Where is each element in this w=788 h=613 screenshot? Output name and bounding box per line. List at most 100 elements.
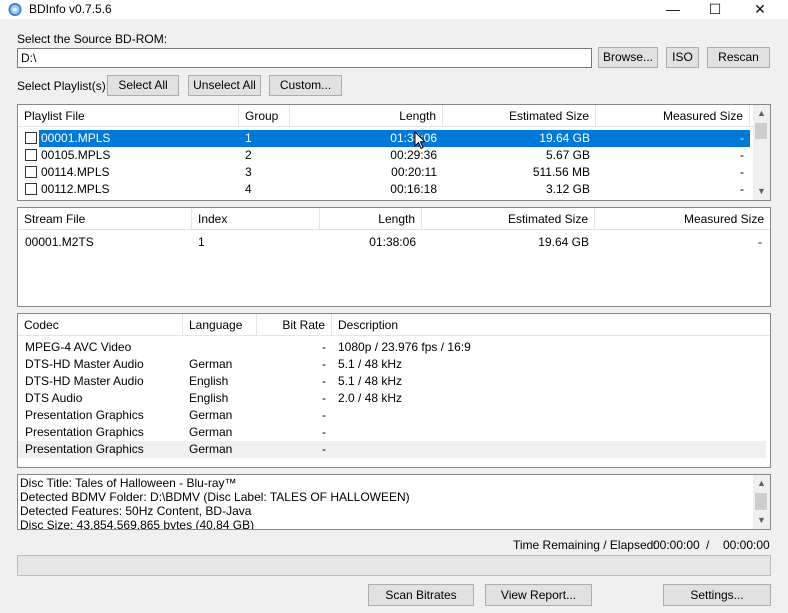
col-measured-size[interactable]: Measured Size	[596, 105, 750, 127]
playlist-select-label: Select Playlist(s):	[17, 79, 110, 93]
codec-bitrate: -	[322, 340, 326, 354]
time-remaining-value: 00:00:00	[653, 538, 700, 552]
playlist-checkbox[interactable]	[25, 132, 37, 144]
custom-button[interactable]: Custom...	[269, 75, 342, 96]
minimize-button[interactable]: —	[650, 0, 696, 19]
playlist-list[interactable]: Playlist File Group Length Estimated Siz…	[17, 104, 771, 201]
unselect-all-button[interactable]: Unselect All	[188, 75, 261, 96]
stream-index: 1	[198, 235, 205, 249]
col-language[interactable]: Language	[183, 314, 257, 336]
playlist-est: 19.64 GB	[443, 130, 590, 147]
playlist-est: 3.12 GB	[545, 182, 590, 196]
browse-button[interactable]: Browse...	[598, 47, 658, 68]
codec-bitrate: -	[322, 374, 326, 388]
playlist-row[interactable]: 00114.MPLS 3 00:20:11 511.56 MB -	[18, 164, 750, 181]
codec-row[interactable]: DTS-HD Master Audio English - 5.1 / 48 k…	[18, 373, 766, 390]
codec-row[interactable]: Presentation Graphics German -	[18, 441, 766, 458]
codec-row[interactable]: Presentation Graphics German -	[18, 407, 766, 424]
playlist-est: 511.56 MB	[532, 165, 590, 179]
codec-row[interactable]: Presentation Graphics German -	[18, 424, 766, 441]
scan-bitrates-button[interactable]: Scan Bitrates	[368, 584, 474, 606]
playlist-checkbox[interactable]	[25, 149, 37, 161]
col-estimated-size[interactable]: Estimated Size	[443, 105, 596, 127]
select-all-button[interactable]: Select All	[107, 75, 179, 96]
col-measured-size[interactable]: Measured Size	[595, 208, 770, 230]
view-report-button[interactable]: View Report...	[485, 584, 592, 606]
codec-name: DTS Audio	[25, 391, 83, 405]
stream-est: 19.64 GB	[538, 235, 589, 249]
stream-meas: -	[758, 235, 762, 249]
codec-bitrate: -	[322, 425, 326, 439]
stream-header: Stream File Index Length Estimated Size …	[18, 208, 770, 230]
col-index[interactable]: Index	[192, 208, 320, 230]
playlist-row[interactable]: 00105.MPLS 2 00:29:36 5.67 GB -	[18, 147, 750, 164]
window-title: BDInfo v0.7.5.6	[29, 2, 112, 16]
playlist-meas: -	[740, 165, 744, 179]
col-estimated-size[interactable]: Estimated Size	[422, 208, 595, 230]
playlist-header: Playlist File Group Length Estimated Siz…	[18, 105, 770, 127]
disc-app-icon	[8, 2, 22, 17]
mouse-cursor-icon	[414, 131, 426, 150]
playlist-file: 00112.MPLS	[41, 182, 110, 196]
codec-language: German	[189, 408, 233, 422]
playlist-row[interactable]: 00112.MPLS 4 00:16:18 3.12 GB -	[18, 181, 750, 198]
codec-name: Presentation Graphics	[25, 408, 144, 422]
codec-name: DTS-HD Master Audio	[25, 357, 144, 371]
codec-description: 1080p / 23.976 fps / 16:9	[338, 340, 471, 354]
col-description[interactable]: Description	[332, 314, 770, 336]
col-bit-rate[interactable]: Bit Rate	[257, 314, 332, 336]
time-elapsed-value: 00:00:00	[723, 538, 770, 552]
disc-info-textbox[interactable]: Disc Title: Tales of Halloween - Blu-ray…	[17, 474, 771, 530]
col-stream-file[interactable]: Stream File	[18, 208, 192, 230]
close-button[interactable]: ✕	[737, 0, 783, 19]
disc-size-line: Disc Size: 43,854,569,865 bytes (40.84 G…	[20, 518, 255, 530]
scroll-up-icon[interactable]: ▲	[753, 475, 770, 492]
col-length[interactable]: Length	[290, 105, 443, 127]
stream-list[interactable]: Stream File Index Length Estimated Size …	[17, 207, 771, 307]
time-remaining-label: Time Remaining / Elapsed:	[513, 538, 657, 552]
scroll-down-icon[interactable]: ▼	[753, 183, 770, 200]
codec-row[interactable]: DTS-HD Master Audio German - 5.1 / 48 kH…	[18, 356, 766, 373]
col-group[interactable]: Group	[239, 105, 290, 127]
playlist-meas: -	[740, 148, 744, 162]
stream-row[interactable]: 00001.M2TS 1 01:38:06 19.64 GB -	[18, 234, 770, 251]
settings-button[interactable]: Settings...	[663, 584, 771, 606]
playlist-row[interactable]: 00001.MPLS 1 01:38:06 19.64 GB -	[18, 130, 750, 147]
codec-description: 5.1 / 48 kHz	[338, 357, 403, 371]
features-line: Detected Features: 50Hz Content, BD-Java	[20, 504, 252, 518]
scan-progress-bar	[17, 555, 771, 576]
codec-bitrate: -	[322, 357, 326, 371]
codec-name: Presentation Graphics	[25, 425, 144, 439]
playlist-group: 4	[245, 182, 252, 196]
codec-language: German	[189, 425, 233, 439]
playlist-file: 00114.MPLS	[41, 165, 110, 179]
scroll-down-icon[interactable]: ▼	[753, 512, 770, 529]
playlist-checkbox[interactable]	[25, 166, 37, 178]
codec-description: 5.1 / 48 kHz	[338, 374, 403, 388]
codec-row[interactable]: DTS Audio English - 2.0 / 48 kHz	[18, 390, 766, 407]
playlist-length: 00:16:18	[390, 182, 437, 196]
playlist-length: 00:20:11	[391, 165, 437, 179]
scroll-thumb[interactable]	[755, 493, 767, 510]
bdmv-folder-line: Detected BDMV Folder: D:\BDMV (Disc Labe…	[20, 490, 410, 504]
source-path-input[interactable]: D:\	[17, 48, 592, 68]
col-codec[interactable]: Codec	[18, 314, 183, 336]
codec-language: German	[189, 442, 233, 456]
col-playlist-file[interactable]: Playlist File	[18, 105, 239, 127]
playlist-file: 00001.MPLS	[41, 130, 111, 147]
codec-bitrate: -	[322, 442, 326, 456]
col-length[interactable]: Length	[320, 208, 422, 230]
playlist-group: 2	[245, 148, 252, 162]
codec-header: Codec Language Bit Rate Description	[18, 314, 770, 336]
playlist-checkbox[interactable]	[25, 183, 37, 195]
playlist-scrollbar[interactable]: ▲ ▼	[753, 105, 770, 200]
iso-button[interactable]: ISO	[666, 47, 699, 68]
codec-row[interactable]: MPEG-4 AVC Video - 1080p / 23.976 fps / …	[18, 339, 766, 356]
disc-info-scrollbar[interactable]: ▲ ▼	[753, 475, 770, 529]
rescan-button[interactable]: Rescan	[707, 47, 770, 68]
scroll-up-icon[interactable]: ▲	[753, 105, 770, 122]
codec-list[interactable]: Codec Language Bit Rate Description MPEG…	[17, 313, 771, 468]
scroll-thumb[interactable]	[755, 123, 767, 139]
maximize-button[interactable]: ☐	[692, 0, 738, 19]
codec-bitrate: -	[322, 391, 326, 405]
